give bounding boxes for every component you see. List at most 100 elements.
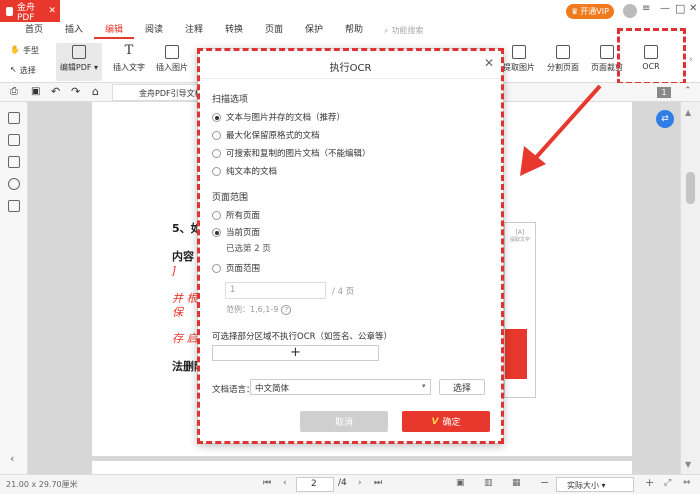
status-bar: 21.00 x 29.70厘米 ⏮ ‹ 2 /4 › ⏭ ▣ ▥ ▦ − 实际大…	[0, 474, 700, 494]
page-total-label: /4	[338, 478, 347, 488]
vip-button[interactable]: ♛ 开通VIP	[566, 4, 614, 19]
add-region-button[interactable]: +	[212, 345, 379, 361]
prev-page-icon[interactable]: ‹	[283, 478, 287, 488]
range-option-all[interactable]: 所有页面	[212, 209, 260, 221]
menu-icon[interactable]: ≡	[642, 3, 650, 14]
scan-option-0[interactable]: 文本与图片并存的文档（推荐）	[212, 111, 345, 123]
edit-pdf-icon	[72, 45, 86, 59]
vip-v-icon: V	[431, 416, 439, 427]
hand-tool[interactable]: ✋ 手型	[10, 45, 39, 56]
toolbar-scroll-right-icon[interactable]: ›	[689, 55, 693, 65]
page-text-line5: 保	[172, 306, 183, 319]
split-page-label: 分割页面	[547, 63, 579, 72]
menu-annotate[interactable]: 注释	[174, 22, 214, 39]
menu-page[interactable]: 页面	[254, 22, 294, 39]
dialog-close-icon[interactable]: ✕	[484, 56, 494, 70]
scroll-thumb[interactable]	[686, 172, 695, 204]
undo-icon[interactable]: ↶	[51, 85, 60, 98]
select-label: 选择	[19, 66, 36, 75]
comment-icon[interactable]	[8, 156, 20, 168]
scan-option-2[interactable]: 可搜索和复制的图片文档（不能编辑）	[212, 147, 371, 159]
selected-page-note: 已选第 2 页	[226, 244, 271, 254]
scroll-down-icon[interactable]: ▼	[685, 460, 691, 469]
floating-translate-icon[interactable]: ⇄	[656, 110, 674, 128]
scroll-up-icon[interactable]: ▲	[685, 108, 691, 117]
page-text-line6: 存 启	[172, 332, 198, 345]
minimize-button[interactable]: —	[660, 3, 670, 14]
tab-close-icon[interactable]: ✕	[48, 6, 56, 16]
vertical-scrollbar[interactable]: ▲ ▼	[680, 102, 700, 474]
zoom-in-icon[interactable]: +	[645, 476, 654, 489]
zoom-select[interactable]: 实际大小 ▾	[556, 477, 634, 492]
range-option-custom[interactable]: 页面范围	[212, 262, 260, 274]
split-page-button[interactable]: 分割页面	[541, 45, 585, 73]
last-page-icon[interactable]: ⏭	[374, 478, 382, 488]
attachment-icon[interactable]	[8, 178, 20, 190]
choose-language-button[interactable]: 选择	[439, 379, 485, 395]
hand-icon: ✋	[10, 45, 20, 54]
menu-help[interactable]: 帮助	[334, 22, 374, 39]
menu-bar: 首页 插入 编辑 阅读 注释 转换 页面 保护 帮助 ⌕ 功能搜索	[0, 22, 700, 39]
maximize-button[interactable]: □	[675, 2, 685, 15]
app-tab[interactable]: 金舟PDF ✕	[0, 0, 60, 23]
page-number-input[interactable]: 2	[296, 477, 334, 492]
scan-option-1-label: 最大化保留原格式的文档	[226, 131, 320, 141]
two-page-icon[interactable]: ▥	[484, 478, 493, 488]
help-icon[interactable]: ?	[281, 304, 292, 315]
language-select[interactable]: 中文简体 ▾	[250, 379, 431, 395]
radio-icon	[212, 166, 221, 176]
collapse-up-icon[interactable]: ⌃	[684, 86, 692, 96]
image-panel-icon[interactable]	[8, 200, 20, 212]
page-text-line2: 内容	[172, 250, 194, 263]
menu-protect[interactable]: 保护	[294, 22, 334, 39]
next-page-icon[interactable]: ›	[358, 478, 362, 488]
redo-icon[interactable]: ↷	[71, 85, 80, 98]
menu-convert[interactable]: 转换	[214, 22, 254, 39]
radio-icon	[212, 148, 221, 158]
menu-home[interactable]: 首页	[14, 22, 54, 39]
insert-image-button[interactable]: 插入图片	[150, 45, 194, 73]
radio-checked-icon	[212, 227, 221, 237]
page-range-input[interactable]: 1	[225, 282, 326, 299]
save-icon[interactable]: ▣	[31, 86, 40, 97]
scan-option-1[interactable]: 最大化保留原格式的文档	[212, 129, 320, 141]
document-tab[interactable]: 金舟PDF引导文档	[112, 84, 200, 101]
layout-icon[interactable]: ▦	[512, 478, 521, 488]
menu-read[interactable]: 阅读	[134, 22, 174, 39]
bookmark-icon[interactable]	[8, 112, 20, 124]
page-size-label: 21.00 x 29.70厘米	[6, 480, 78, 489]
first-page-icon[interactable]: ⏮	[263, 478, 271, 488]
edit-pdf-label: 编辑PDF	[59, 63, 92, 72]
home-icon[interactable]: ⌂	[92, 85, 99, 98]
fit-width-icon[interactable]: ⇔	[683, 478, 691, 488]
range-option-current[interactable]: 当前页面	[212, 226, 260, 238]
scan-option-0-label: 文本与图片并存的文档（推荐）	[226, 113, 346, 123]
page-badge: 1	[657, 87, 671, 98]
menu-edit[interactable]: 编辑	[94, 22, 134, 39]
thumbnail-icon[interactable]	[8, 134, 20, 146]
edit-pdf-button[interactable]: 编辑PDF ▾	[57, 45, 101, 73]
split-page-icon	[556, 45, 570, 59]
page-range-example-label: 范例：1,6,1-9	[226, 305, 279, 314]
close-window-button[interactable]: ✕	[689, 3, 697, 14]
ok-button[interactable]: V 确定	[402, 411, 490, 432]
menu-insert[interactable]: 插入	[54, 22, 94, 39]
extract-text-label: 提取文字	[509, 237, 530, 243]
extract-image-icon	[512, 45, 526, 59]
insert-text-button[interactable]: T 插入文字	[107, 44, 151, 73]
scan-option-3[interactable]: 纯文本的文档	[212, 165, 277, 177]
range-option-custom-label: 页面范围	[226, 264, 261, 274]
zoom-out-icon[interactable]: −	[540, 476, 549, 489]
cancel-button[interactable]: 取消	[300, 411, 388, 432]
select-tool[interactable]: ↖ 选择	[10, 65, 36, 76]
insert-image-label: 插入图片	[156, 63, 188, 72]
page-range-example: 范例：1,6,1-9?	[226, 304, 292, 315]
expand-sidebar-icon[interactable]: ‹	[10, 452, 14, 465]
fullscreen-icon[interactable]: ⤢	[664, 478, 671, 488]
avatar[interactable]	[623, 4, 637, 18]
function-search[interactable]: ⌕ 功能搜索	[384, 25, 423, 36]
radio-icon	[212, 263, 221, 273]
print-icon[interactable]: ⎙	[10, 86, 18, 97]
scan-options-title: 扫描选项	[212, 95, 249, 105]
fit-page-icon[interactable]: ▣	[456, 478, 465, 488]
